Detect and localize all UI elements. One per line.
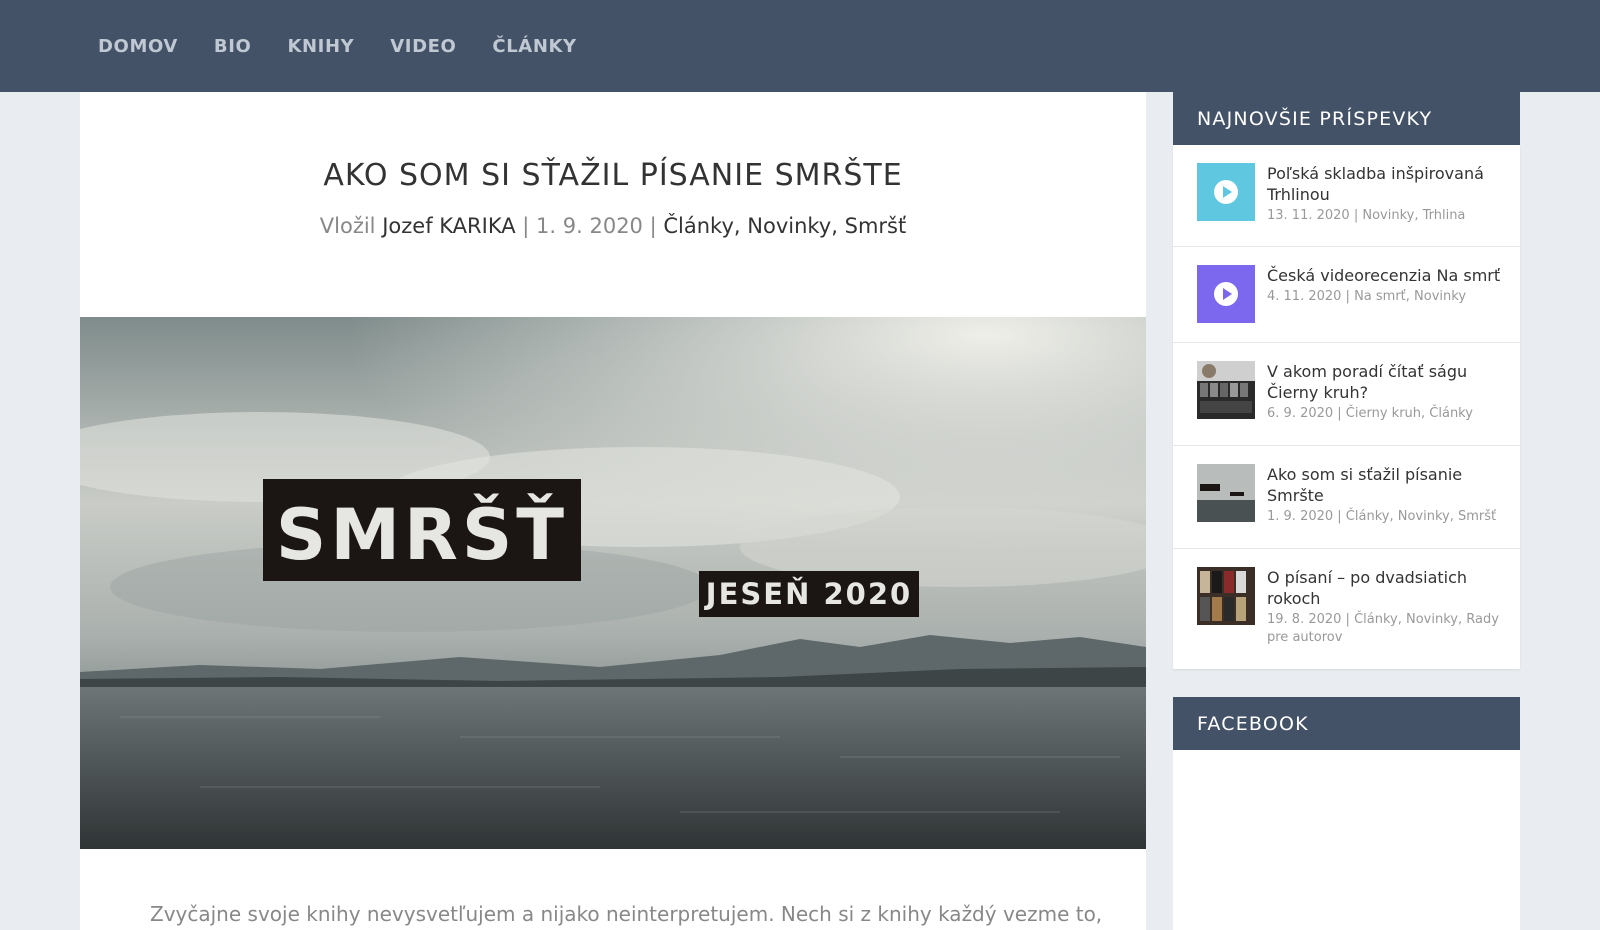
category-link-novinky[interactable]: Novinky xyxy=(747,214,831,238)
category-link-clanky[interactable]: Články xyxy=(663,214,734,238)
main-menu: DOMOV BIO KNIHY VIDEO ČLÁNKY xyxy=(98,0,577,92)
lake-photo-icon[interactable] xyxy=(1197,464,1255,522)
post-title-link[interactable]: O písaní – po dvadsiatich rokoch xyxy=(1267,567,1504,609)
post-thumbnail[interactable] xyxy=(1197,265,1255,323)
post-title-link[interactable]: Poľská skladba inšpirovaná Trhlinou xyxy=(1267,163,1504,205)
post-thumbnail[interactable] xyxy=(1197,163,1255,221)
play-icon xyxy=(1214,282,1238,306)
post-meta: 13. 11. 2020 | Novinky, Trhlina xyxy=(1267,208,1466,223)
hero-title-text: SMRŠŤ xyxy=(276,494,568,576)
recent-post-item[interactable]: V akom poradí čítať ságu Čierny kruh? 6.… xyxy=(1173,343,1520,446)
nav-item-knihy[interactable]: KNIHY xyxy=(287,36,354,57)
post-title-link[interactable]: V akom poradí čítať ságu Čierny kruh? xyxy=(1267,361,1504,403)
nav-item-domov[interactable]: DOMOV xyxy=(98,36,178,57)
meta-comma: , xyxy=(831,214,845,238)
nav-item-video[interactable]: VIDEO xyxy=(390,36,456,57)
recent-post-item[interactable]: Poľská skladba inšpirovaná Trhlinou 13. … xyxy=(1173,145,1520,247)
recent-posts-heading: NAJNOVŠIE PRÍSPEVKY xyxy=(1173,92,1520,145)
recent-post-item[interactable]: O písaní – po dvadsiatich rokoch 19. 8. … xyxy=(1173,549,1520,669)
books-photo-icon[interactable] xyxy=(1197,567,1255,625)
category-link-smrst[interactable]: Smršť xyxy=(845,214,907,238)
meta-separator: | xyxy=(522,214,537,238)
nav-item-bio[interactable]: BIO xyxy=(214,36,252,57)
post-meta: 1. 9. 2020 | Články, Novinky, Smršť xyxy=(1267,509,1497,524)
hero-subtitle-text: JESEŇ 2020 xyxy=(704,577,912,611)
post-meta: 19. 8. 2020 | Články, Novinky, Rady pre … xyxy=(1267,612,1499,645)
books-photo-icon[interactable] xyxy=(1197,361,1255,419)
play-icon xyxy=(1214,180,1238,204)
post-title-link[interactable]: Česká videorecenzia Na smrť xyxy=(1267,265,1504,286)
top-navigation-bar: DOMOV BIO KNIHY VIDEO ČLÁNKY xyxy=(0,0,1600,92)
meta-by-label: Vložil xyxy=(319,214,376,238)
post-meta: 4. 11. 2020 | Na smrť, Novinky xyxy=(1267,289,1467,304)
post-meta: 6. 9. 2020 | Čierny kruh, Články xyxy=(1267,406,1473,421)
recent-post-item[interactable]: Česká videorecenzia Na smrť 4. 11. 2020 … xyxy=(1173,247,1520,343)
article-date: 1. 9. 2020 xyxy=(536,214,643,238)
facebook-heading: FACEBOOK xyxy=(1173,697,1520,750)
article-title: AKO SOM SI SŤAŽIL PÍSANIE SMRŠTE xyxy=(323,158,903,193)
post-title-link[interactable]: Ako som si sťažil písanie Smršte xyxy=(1267,464,1504,506)
author-link[interactable]: Jozef KARIKA xyxy=(382,214,515,238)
meta-separator: | xyxy=(649,214,664,238)
meta-comma: , xyxy=(733,214,748,238)
featured-image: SMRŠŤ JESEŇ 2020 xyxy=(80,317,1146,849)
article-container: AKO SOM SI SŤAŽIL PÍSANIE SMRŠTE Vložil … xyxy=(80,92,1146,930)
nav-item-clanky[interactable]: ČLÁNKY xyxy=(492,36,576,57)
article-meta: Vložil Jozef KARIKA | 1. 9. 2020 | Článk… xyxy=(80,214,1146,238)
article-intro: Zvyčajne svoje knihy nevysvetľujem a nij… xyxy=(150,902,1103,926)
recent-posts-list: Poľská skladba inšpirovaná Trhlinou 13. … xyxy=(1173,145,1520,669)
facebook-widget-body xyxy=(1173,750,1520,930)
recent-post-item[interactable]: Ako som si sťažil písanie Smršte 1. 9. 2… xyxy=(1173,446,1520,549)
